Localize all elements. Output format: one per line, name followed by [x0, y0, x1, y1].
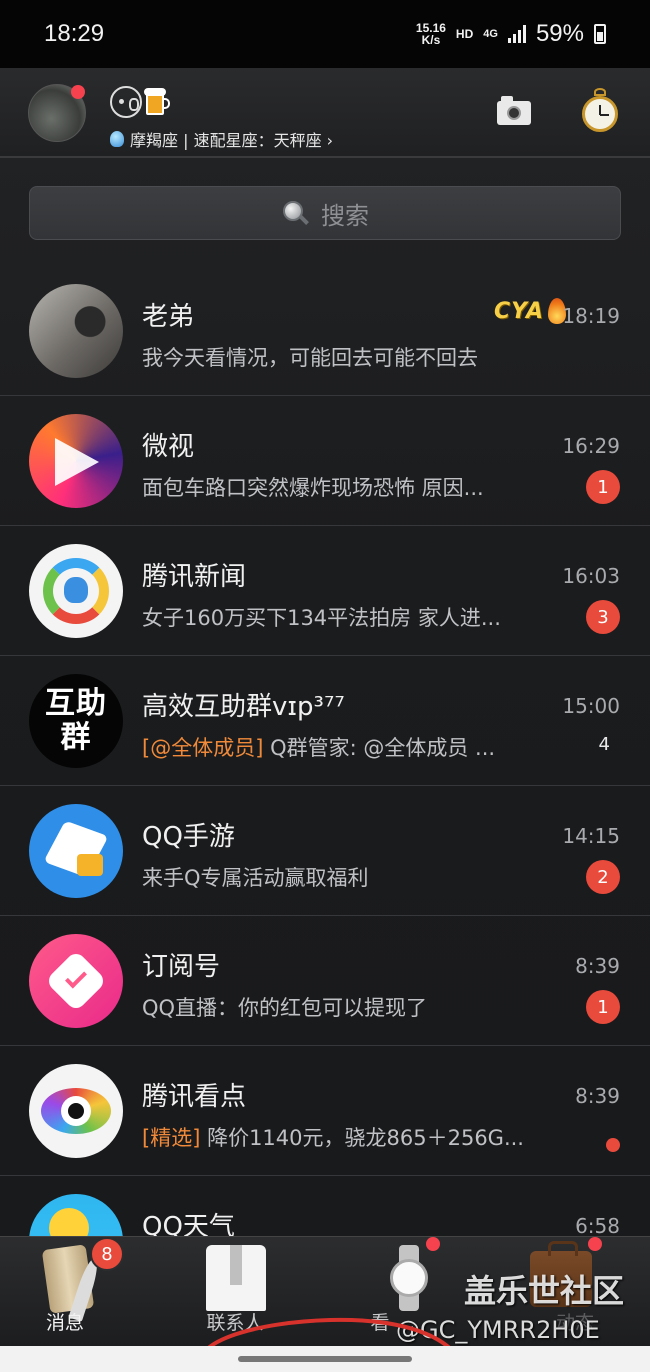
conversation-preview: [@全体成员] Q群管家: @全体成员 ... [142, 736, 496, 760]
wristwatch-icon [386, 1245, 432, 1311]
conversation-name: 微视 [142, 432, 195, 462]
home-gesture-handle[interactable] [238, 1356, 412, 1362]
watermark-title: 盖乐世社区 [464, 1272, 625, 1310]
network-type: 4G [483, 28, 498, 40]
conversation-time: 18:19 [562, 304, 620, 328]
cya-text: CYA [494, 298, 544, 324]
subscription-avatar [29, 934, 123, 1028]
pocket-watch-icon[interactable] [580, 88, 620, 134]
conversation-row[interactable]: QQ手游 来手Q专属活动赢取福利 14:15 2 [0, 786, 650, 916]
face-icon [110, 86, 142, 118]
contact-avatar [29, 284, 123, 378]
status-emoji[interactable] [110, 86, 170, 118]
conversation-preview: 我今天看情况，可能回去可能不回去 [142, 346, 478, 370]
conversation-preview: QQ直播：你的红包可以提现了 [142, 996, 428, 1020]
shirt-icon [206, 1245, 266, 1311]
search-icon [281, 199, 309, 227]
conversation-preview: 女子160万买下134平法拍房 家人进... [142, 606, 501, 630]
unread-dot [606, 1138, 620, 1152]
conversation-time: 14:15 [562, 824, 620, 848]
conversation-time: 15:00 [562, 694, 620, 718]
qq-message-screen: 18:29 15.16 K/s HD 4G 59% 摩羯座 | 速配星座：天秤座… [0, 0, 650, 1372]
search-placeholder: 搜索 [321, 201, 369, 230]
hd-indicator: HD [455, 27, 474, 41]
top-header: 摩羯座 | 速配星座：天秤座 › [0, 68, 650, 158]
bulb-icon [110, 131, 124, 147]
conversation-row[interactable]: 老弟 我今天看情况，可能回去可能不回去 CYA 18:19 [0, 266, 650, 396]
tab-badge: 8 [90, 1237, 124, 1271]
unread-badge: 1 [586, 990, 620, 1024]
mention-tag: [@全体成员] [142, 736, 264, 760]
conversation-row[interactable]: 订阅号 QQ直播：你的红包可以提现了 8:39 1 [0, 916, 650, 1046]
zodiac-link[interactable]: 摩羯座 | 速配星座：天秤座 › [110, 127, 333, 151]
conversation-name: 高效互助群vɪp³⁷⁷ [142, 692, 345, 722]
conversation-list: 老弟 我今天看情况，可能回去可能不回去 CYA 18:19 微视 面包车路口突然… [0, 266, 650, 1306]
conversation-name: 腾讯新闻 [142, 562, 247, 592]
conversation-name: QQ手游 [142, 822, 235, 852]
weishi-avatar [29, 414, 123, 508]
camera-icon[interactable] [497, 95, 531, 125]
avatar-text: 群 [60, 720, 92, 755]
watermark-handle: @GC_YMRR2H0E [396, 1316, 600, 1344]
conversation-name: 腾讯看点 [142, 1082, 247, 1112]
unread-count: 4 [598, 734, 610, 755]
cya-tag: CYA [494, 298, 566, 324]
conversation-preview: 来手Q专属活动赢取福利 [142, 866, 369, 890]
conversation-time: 16:03 [562, 564, 620, 588]
signal-icon [507, 25, 526, 43]
conversation-name: 订阅号 [142, 952, 221, 982]
tab-messages[interactable]: 8 消息 [0, 1237, 130, 1347]
status-time: 18:29 [44, 20, 105, 47]
conversation-preview: [精选] 降价1140元，骁龙865＋256G... [142, 1126, 524, 1150]
tab-label: 消息 [45, 1312, 84, 1334]
conversation-row[interactable]: 互助 群 高效互助群vɪp³⁷⁷ [@全体成员] Q群管家: @全体成员 ...… [0, 656, 650, 786]
conversation-row[interactable]: 腾讯新闻 女子160万买下134平法拍房 家人进... 16:03 3 [0, 526, 650, 656]
qq-game-avatar [29, 804, 123, 898]
group-avatar: 互助 群 [29, 674, 123, 768]
conversation-time: 16:29 [562, 434, 620, 458]
tab-notification-dot [426, 1237, 440, 1251]
zodiac-text: 摩羯座 | 速配星座：天秤座 › [130, 131, 334, 150]
conversation-row[interactable]: 腾讯看点 [精选] 降价1140元，骁龙865＋256G... 8:39 [0, 1046, 650, 1176]
conversation-row[interactable]: 微视 面包车路口突然爆炸现场恐怖 原因... 16:29 1 [0, 396, 650, 526]
conversation-time: 8:39 [575, 1084, 620, 1108]
kandian-avatar [29, 1064, 123, 1158]
unread-badge: 1 [586, 470, 620, 504]
system-nav-bar [0, 1346, 650, 1372]
featured-tag: [精选] [142, 1126, 201, 1150]
unread-badge: 3 [586, 600, 620, 634]
avatar-text: 互助 [45, 686, 107, 721]
search-bar[interactable]: 搜索 [29, 186, 621, 240]
avatar-notification-dot [71, 85, 85, 99]
battery-percent: 59% [535, 20, 584, 47]
unread-badge: 2 [586, 860, 620, 894]
tencent-news-avatar [29, 544, 123, 638]
net-speed: 15.16 K/s [415, 21, 446, 47]
conversation-time: 8:39 [575, 954, 620, 978]
status-indicators: 15.16 K/s HD 4G 59% [416, 20, 606, 48]
beer-icon [144, 87, 170, 117]
status-bar: 18:29 15.16 K/s HD 4G 59% [0, 0, 650, 68]
conversation-name: 老弟 [142, 302, 195, 332]
conversation-preview: 面包车路口突然爆炸现场恐怖 原因... [142, 476, 484, 500]
tab-notification-dot [588, 1237, 602, 1251]
conversation-time: 6:58 [575, 1214, 620, 1238]
tab-label: 联系人 [206, 1312, 264, 1334]
battery-icon [594, 24, 606, 44]
